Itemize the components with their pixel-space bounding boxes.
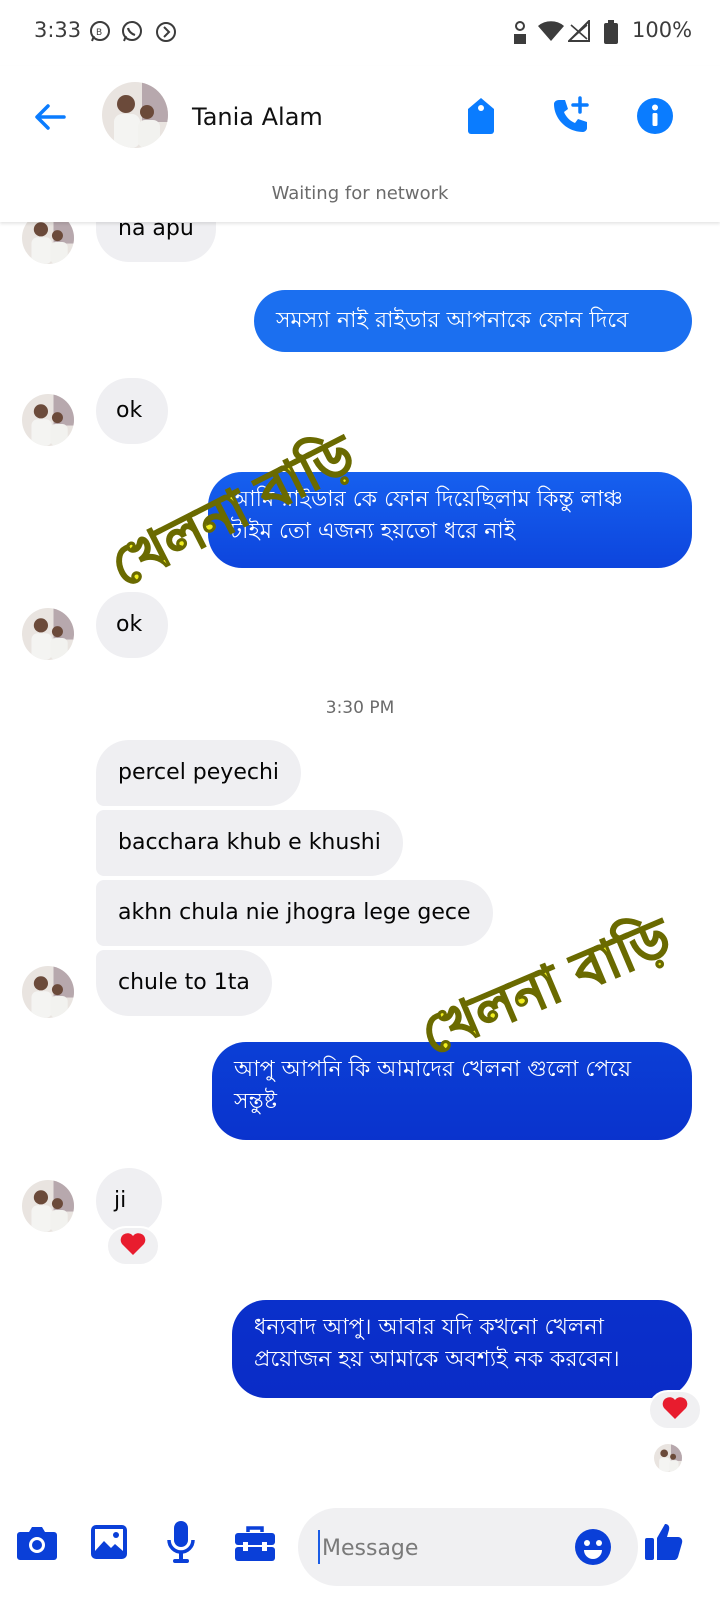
watermark-logo: খেলনা বাড়ি [100,422,365,600]
read-receipt-avatar [654,1444,682,1472]
sender-avatar [22,394,74,446]
tag-icon[interactable] [466,97,496,139]
battery-percentage: 100% [632,18,693,42]
message-bubble-incoming[interactable]: bacchara khub e khushi [96,810,403,876]
whatsapp-icon [120,20,144,48]
battery-icon [604,20,618,48]
data-saver-icon [154,20,178,48]
message-bubble-outgoing[interactable]: সমস্যা নাই রাইডার আপনাকে ফোন দিবে [254,290,692,352]
sender-avatar [22,608,74,660]
heart-icon [662,1396,688,1424]
message-bubble-incoming[interactable]: ok [96,378,168,444]
thumbs-up-icon[interactable] [644,1520,684,1566]
emoji-icon[interactable] [574,1528,612,1570]
status-time: 3:33 [34,18,82,42]
message-input[interactable] [320,1530,564,1566]
svg-text:B: B [96,28,102,38]
message-bubble-incoming[interactable]: ji [96,1168,162,1234]
whatsapp-business-icon: B [88,20,112,48]
contact-name[interactable]: Tania Alam [192,103,323,131]
gallery-icon[interactable] [90,1524,128,1564]
network-status: Waiting for network [271,183,449,204]
sender-avatar [22,1180,74,1232]
wifi-icon [538,20,564,46]
message-bubble-incoming[interactable]: akhn chula nie jhogra lege gece [96,880,493,946]
microphone-icon[interactable] [166,1520,196,1568]
sender-avatar [22,966,74,1018]
message-bubble-incoming[interactable]: percel peyechi [96,740,302,806]
info-icon[interactable] [636,97,674,139]
contact-avatar[interactable] [102,82,168,148]
camera-icon[interactable] [16,1524,58,1566]
location-icon [510,20,530,50]
toolbox-icon[interactable] [234,1524,276,1566]
signal-icon [566,18,590,46]
time-divider: 3:30 PM [325,698,395,718]
back-arrow-icon[interactable] [32,99,68,139]
status-bar: 3:33 B 100% [0,0,720,66]
message-bubble-outgoing[interactable]: ধন্যবাদ আপু। আবার যদি কখনো খেলনা প্রয়োজ… [232,1300,692,1398]
add-call-icon[interactable] [550,96,590,140]
reaction-badge[interactable] [648,1390,702,1430]
reaction-badge[interactable] [106,1226,160,1266]
message-field[interactable] [298,1508,638,1586]
message-bubble-incoming[interactable]: chule to 1ta [96,950,272,1016]
heart-icon [120,1232,146,1260]
